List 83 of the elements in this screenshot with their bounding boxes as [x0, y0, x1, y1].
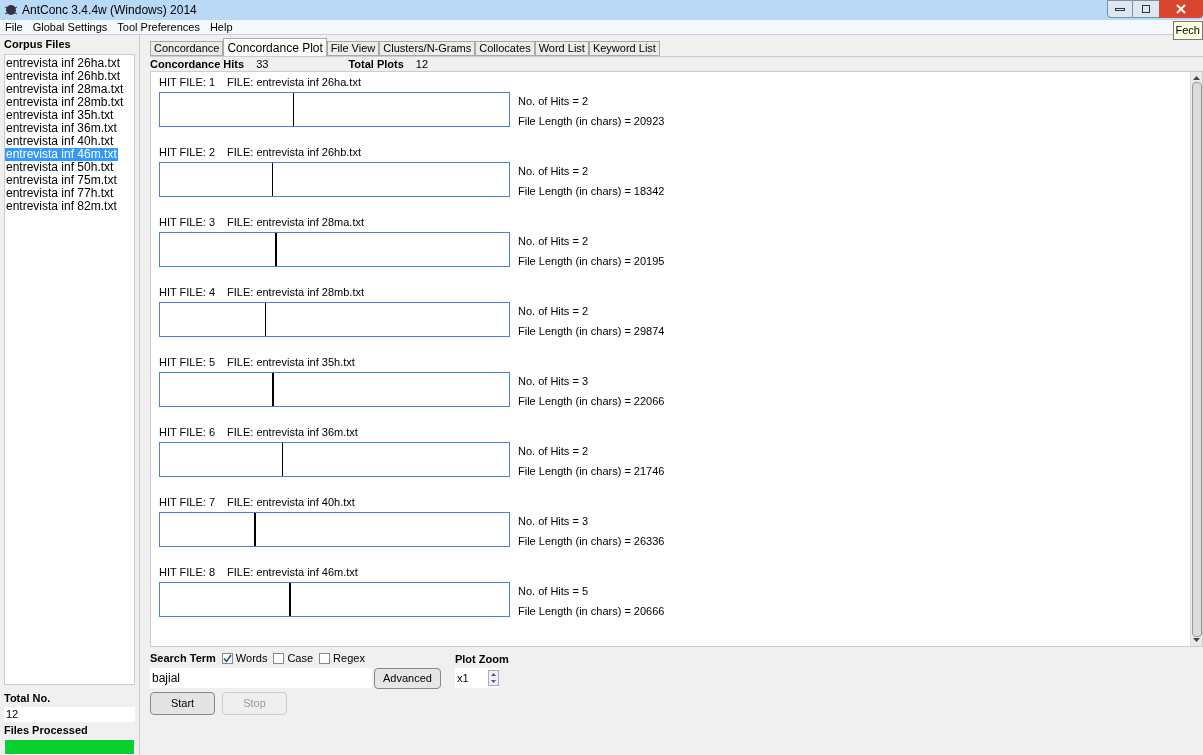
menu-item[interactable]: Help	[209, 18, 233, 36]
hits-count: No. of Hits = 2	[518, 234, 589, 249]
corpus-file-item[interactable]: entrevista inf 82m.txt	[5, 199, 118, 213]
tab[interactable]: Concordance Plot	[223, 38, 327, 56]
hit-file-label: HIT FILE: 7	[159, 494, 216, 510]
menu-item[interactable]: Tool Preferences	[117, 18, 200, 36]
hits-count: No. of Hits = 3	[518, 514, 589, 529]
tooltip: Fech	[1172, 21, 1203, 40]
tab[interactable]: Collocates	[475, 41, 535, 56]
file-length: File Length (in chars) = 20666	[518, 603, 665, 619]
plot-zoom-label: Plot Zoom	[454, 652, 509, 665]
total-plots-label: Total Plots	[348, 56, 404, 72]
minimize-button[interactable]	[1107, 0, 1133, 18]
checkbox-label: Regex	[333, 650, 365, 666]
file-name-label: FILE: entrevista inf 35h.txt	[227, 354, 355, 370]
file-name-label: FILE: entrevista inf 36m.txt	[227, 424, 358, 440]
hits-count: No. of Hits = 2	[518, 304, 589, 319]
file-length: File Length (in chars) = 29874	[518, 323, 665, 339]
hits-count: No. of Hits = 2	[518, 444, 589, 459]
tab[interactable]: File View	[326, 41, 380, 56]
hit-file-label: HIT FILE: 3	[159, 214, 216, 230]
checkbox[interactable]	[273, 652, 285, 664]
total-no-label: Total No.	[4, 691, 52, 707]
file-name-label: FILE: entrevista inf 28mb.txt	[227, 284, 364, 300]
corpus-file-item[interactable]: entrevista inf 28mb.txt	[5, 95, 125, 109]
file-name-label: FILE: entrevista inf 26ha.txt	[227, 74, 361, 90]
checkbox[interactable]	[221, 652, 233, 664]
corpus-file-item[interactable]: entrevista inf 28ma.txt	[5, 82, 125, 96]
menu-item[interactable]: File	[5, 18, 23, 36]
total-plots-value: 12	[415, 56, 429, 72]
file-name-label: FILE: entrevista inf 40h.txt	[227, 494, 355, 510]
checkbox-label: Words	[235, 650, 268, 666]
tab[interactable]: Concordance	[150, 41, 224, 56]
plot-zoom-spinner[interactable]: x1	[454, 668, 499, 688]
app-icon	[4, 3, 18, 17]
corpus-files-heading: Corpus Files	[4, 37, 72, 52]
file-length: File Length (in chars) = 21746	[518, 463, 665, 479]
concordance-hits-value: 33	[256, 56, 269, 72]
hit-file-label: HIT FILE: 6	[159, 424, 216, 440]
file-length: File Length (in chars) = 26336	[518, 533, 665, 549]
checkbox[interactable]	[319, 652, 331, 664]
advanced-button[interactable]: Advanced	[374, 668, 441, 689]
file-length: File Length (in chars) = 18342	[518, 183, 665, 199]
hit-file-label: HIT FILE: 5	[159, 354, 216, 370]
hit-file-label: HIT FILE: 8	[159, 564, 216, 580]
scroll-up-icon[interactable]	[1193, 76, 1200, 80]
maximize-button[interactable]	[1133, 0, 1159, 18]
close-icon	[1176, 4, 1186, 14]
file-name-label: FILE: entrevista inf 46m.txt	[227, 564, 358, 580]
total-no-value: 12	[4, 706, 135, 722]
close-button[interactable]	[1159, 0, 1203, 18]
corpus-file-item[interactable]: entrevista inf 26hb.txt	[5, 69, 122, 83]
corpus-file-item[interactable]: entrevista inf 35h.txt	[5, 108, 115, 122]
hits-count: No. of Hits = 5	[518, 584, 589, 599]
file-name-label: FILE: entrevista inf 26hb.txt	[227, 144, 361, 160]
search-term-label: Search Term	[150, 650, 216, 666]
file-length: File Length (in chars) = 22066	[518, 393, 665, 409]
tab[interactable]: Word List	[534, 41, 589, 56]
spinner-arrows-icon[interactable]	[487, 670, 499, 686]
file-name-label: FILE: entrevista inf 28ma.txt	[227, 214, 364, 230]
window-title: AntConc 3.4.4w (Windows) 2014	[22, 2, 197, 19]
file-length: File Length (in chars) = 20923	[518, 113, 665, 129]
menu-item[interactable]: Global Settings	[32, 18, 108, 36]
hit-file-label: HIT FILE: 4	[159, 284, 216, 300]
search-field[interactable]: bajial	[150, 668, 372, 688]
concordance-hits-label: Concordance Hits	[150, 56, 245, 72]
hit-file-label: HIT FILE: 1	[159, 74, 216, 90]
file-length: File Length (in chars) = 20195	[518, 253, 665, 269]
files-processed-label: Files Processed	[4, 722, 89, 738]
start-button[interactable]: Start	[150, 692, 215, 715]
tab[interactable]: Keyword List	[588, 41, 660, 56]
corpus-file-item[interactable]: entrevista inf 75m.txt	[5, 173, 118, 187]
corpus-file-item[interactable]: entrevista inf 36m.txt	[5, 121, 118, 135]
checkbox-label: Case	[287, 650, 314, 666]
hits-count: No. of Hits = 3	[518, 374, 589, 389]
hits-count: No. of Hits = 2	[518, 164, 589, 179]
tab[interactable]: Clusters/N-Grams	[379, 41, 476, 56]
corpus-file-item[interactable]: entrevista inf 50h.txt	[5, 160, 115, 174]
corpus-file-item[interactable]: entrevista inf 40h.txt	[5, 134, 115, 148]
hit-file-label: HIT FILE: 2	[159, 144, 216, 160]
hits-count: No. of Hits = 2	[518, 94, 589, 109]
corpus-file-item[interactable]: entrevista inf 77h.txt	[5, 186, 115, 200]
corpus-file-item[interactable]: entrevista inf 26ha.txt	[5, 56, 122, 70]
